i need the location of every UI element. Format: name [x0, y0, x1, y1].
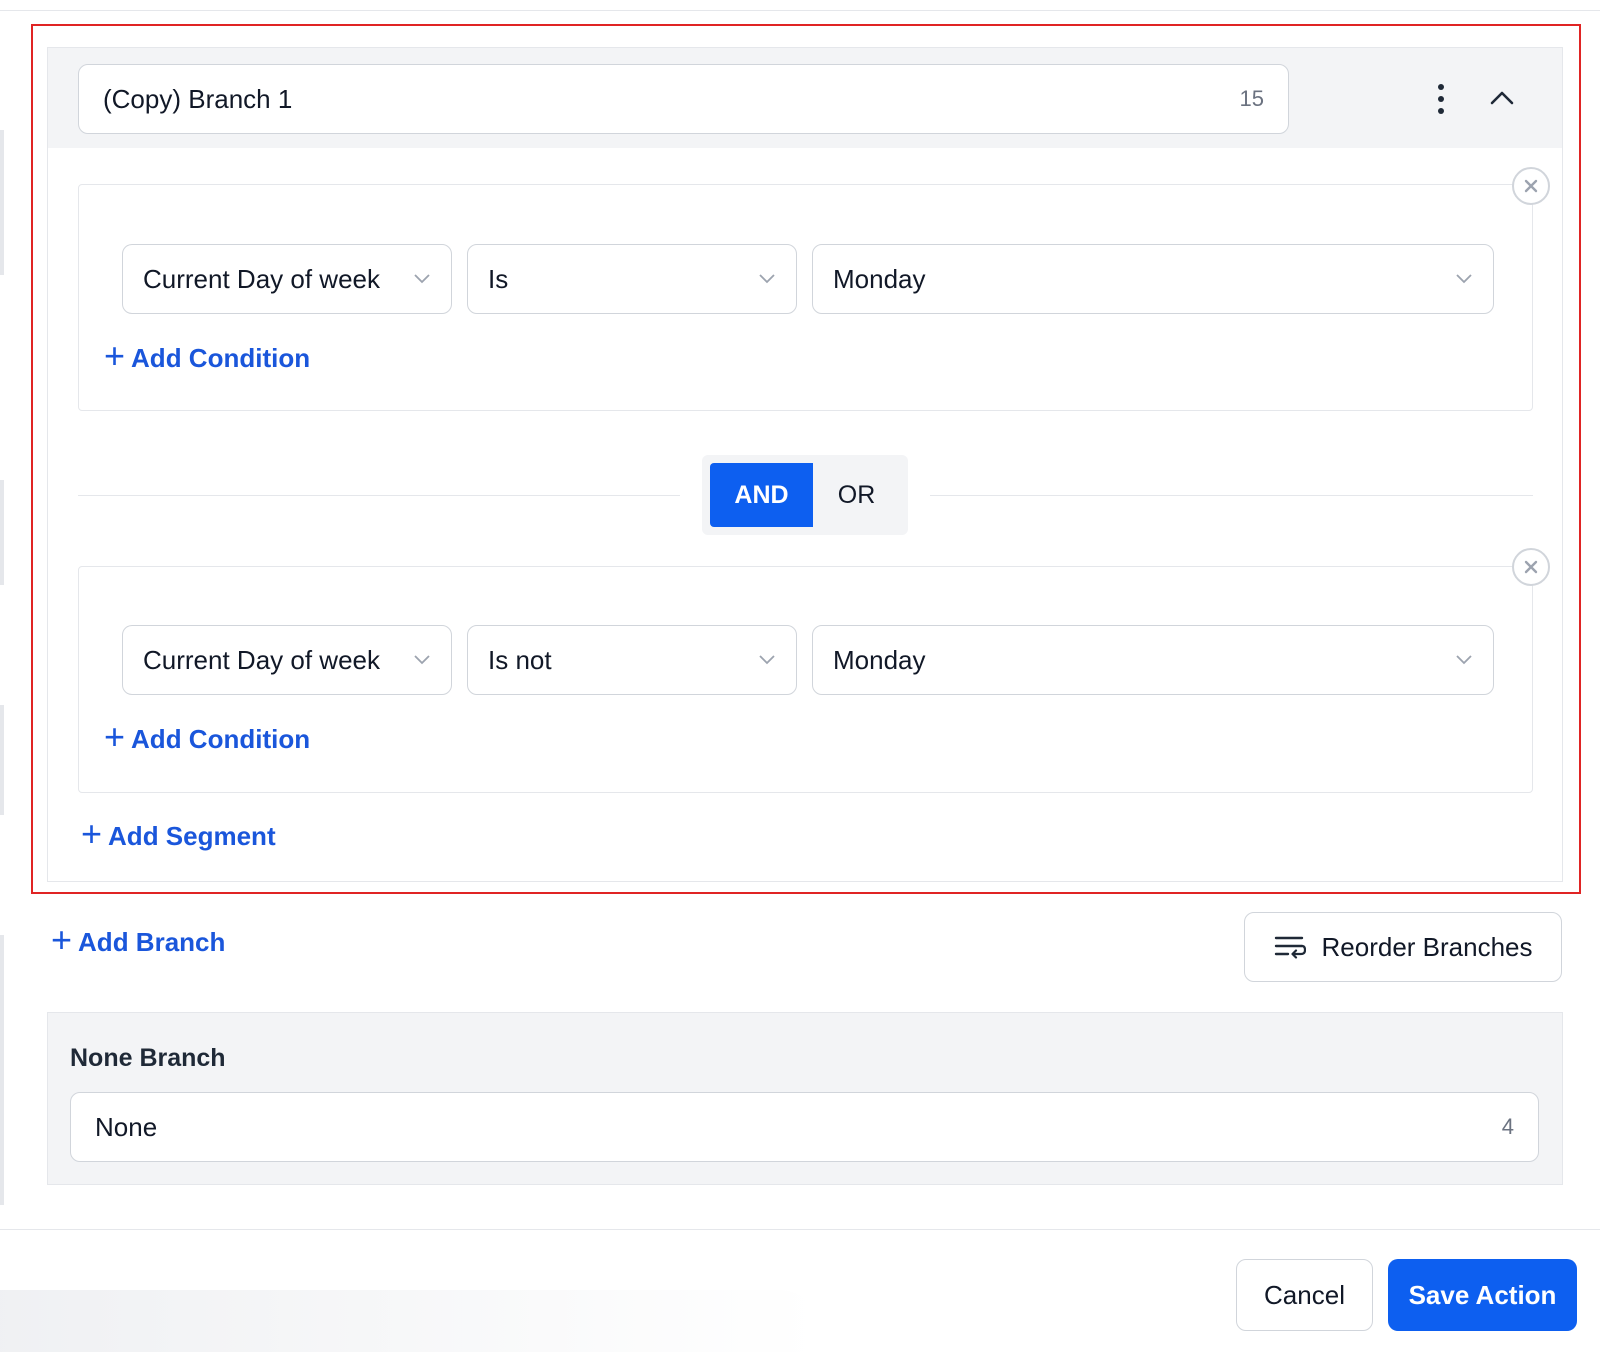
none-branch-name-input[interactable]: None 4	[70, 1092, 1539, 1162]
left-edge-fragment	[0, 705, 4, 815]
plus-icon: +	[51, 919, 73, 960]
background-shadow	[0, 1290, 820, 1352]
cancel-button[interactable]: Cancel	[1236, 1259, 1373, 1331]
none-branch-char-count: 4	[1501, 1114, 1514, 1139]
reorder-icon	[1274, 936, 1306, 959]
reorder-branches-label: Reorder Branches	[1321, 931, 1533, 962]
add-branch-link[interactable]: + Add Branch	[51, 922, 226, 958]
add-branch-label: Add Branch	[78, 926, 226, 957]
left-edge-fragment	[0, 130, 4, 275]
reorder-branches-button[interactable]: Reorder Branches	[1244, 912, 1562, 982]
save-action-button[interactable]: Save Action	[1388, 1259, 1577, 1331]
none-branch-title: None Branch	[70, 1044, 226, 1072]
footer-divider	[0, 1229, 1600, 1230]
highlight-outline	[31, 24, 1581, 894]
none-branch-name-value: None	[95, 1111, 158, 1142]
left-edge-fragment	[0, 480, 4, 585]
left-edge-fragment	[0, 935, 4, 1205]
top-divider	[0, 10, 1600, 11]
